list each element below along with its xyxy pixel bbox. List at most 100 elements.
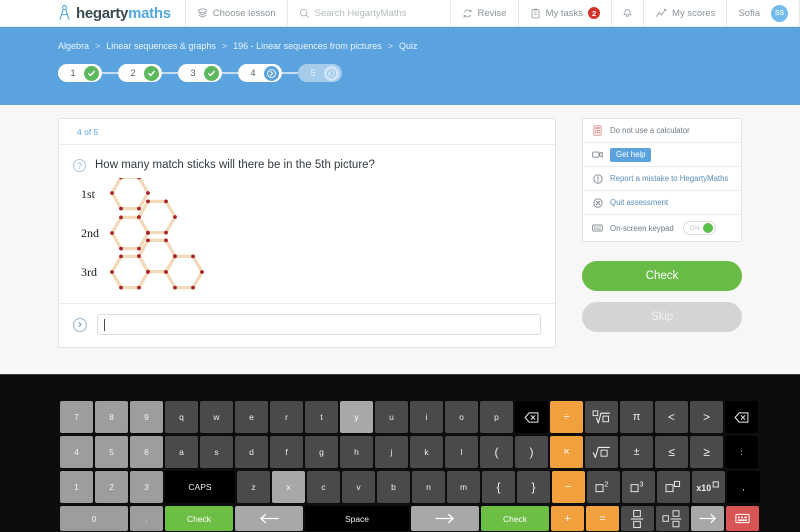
key-z[interactable]: z (237, 471, 270, 503)
key-v[interactable]: v (342, 471, 375, 503)
quit-assessment-row[interactable]: Quit assessment (583, 191, 741, 215)
key-7[interactable]: 7 (60, 401, 93, 433)
key-cubed[interactable]: 3 (622, 471, 655, 503)
step-4[interactable]: 4 (238, 64, 282, 82)
key-f[interactable]: f (270, 436, 303, 468)
key-minus[interactable]: − (552, 471, 585, 503)
keypad-toggle-row[interactable]: On-screen keypad ON (583, 215, 741, 241)
key-arrow-left[interactable] (235, 506, 303, 531)
key-divide[interactable]: ÷ (550, 401, 583, 433)
keypad-toggle[interactable]: ON (682, 221, 717, 235)
step-1[interactable]: 1 (58, 64, 102, 82)
key-q[interactable]: q (165, 401, 198, 433)
key-m[interactable]: m (447, 471, 480, 503)
key-1[interactable]: 1 (60, 471, 93, 503)
key-b[interactable]: b (377, 471, 410, 503)
key-mixed-fraction[interactable] (656, 506, 689, 531)
key-times-ten-power[interactable]: x10 (692, 471, 725, 503)
user-account-button[interactable]: Sofia SS (727, 0, 799, 27)
key-paren-close[interactable]: ) (515, 436, 548, 468)
key-3[interactable]: 3 (130, 471, 163, 503)
key-o[interactable]: o (445, 401, 478, 433)
get-help-button[interactable]: Get help (610, 147, 652, 162)
key-0[interactable]: 0 (60, 506, 128, 531)
key-w[interactable]: w (200, 401, 233, 433)
key-colon[interactable]: : (725, 436, 758, 468)
key-brace-close[interactable]: } (517, 471, 550, 503)
key-caps[interactable]: CAPS (165, 471, 235, 503)
key-2[interactable]: 2 (95, 471, 128, 503)
key-n[interactable]: n (412, 471, 445, 503)
key-brace-open[interactable]: { (482, 471, 515, 503)
key-h[interactable]: h (340, 436, 373, 468)
check-icon (204, 65, 219, 81)
key-plus-minus[interactable]: ± (620, 436, 653, 468)
key-power[interactable] (657, 471, 690, 503)
key-nth-root[interactable] (585, 401, 618, 433)
key-6[interactable]: 6 (130, 436, 163, 468)
breadcrumb-item-2[interactable]: 196 - Linear sequences from pictures (233, 41, 382, 51)
power-icon (665, 480, 681, 493)
key-space[interactable]: Space (305, 506, 409, 531)
key-square-root[interactable] (585, 436, 618, 468)
key-decimal-point[interactable]: . (130, 506, 163, 531)
key-k[interactable]: k (410, 436, 443, 468)
key-multiply[interactable]: × (550, 436, 583, 468)
key-e[interactable]: e (235, 401, 268, 433)
key-g[interactable]: g (305, 436, 338, 468)
key-paren-open[interactable]: ( (480, 436, 513, 468)
step-2[interactable]: 2 (118, 64, 162, 82)
check-button[interactable]: Check (582, 261, 742, 291)
key-fraction[interactable] (621, 506, 654, 531)
key-plus[interactable]: + (551, 506, 584, 531)
step-3[interactable]: 3 (178, 64, 222, 82)
key-y[interactable]: y (340, 401, 373, 433)
key-8[interactable]: 8 (95, 401, 128, 433)
choose-lesson-button[interactable]: Choose lesson (186, 0, 287, 27)
key-check-right[interactable]: Check (481, 506, 549, 531)
key-x[interactable]: x (272, 471, 305, 503)
key-p[interactable]: p (480, 401, 513, 433)
key-squared[interactable]: 2 (587, 471, 620, 503)
key-hide-keyboard[interactable] (726, 506, 759, 531)
key-check-left[interactable]: Check (165, 506, 233, 531)
key-backspace-left[interactable] (515, 401, 548, 433)
key-less-than[interactable]: < (655, 401, 688, 433)
key-arrow-right[interactable] (691, 506, 724, 531)
my-tasks-button[interactable]: My tasks 2 (519, 0, 611, 27)
key-comma[interactable]: , (727, 471, 760, 503)
breadcrumb-item-0[interactable]: Algebra (58, 41, 89, 51)
skip-button[interactable]: Skip (582, 302, 742, 332)
key-greater-than[interactable]: > (690, 401, 723, 433)
key-c[interactable]: c (307, 471, 340, 503)
key-t[interactable]: t (305, 401, 338, 433)
search-input[interactable]: Search HegartyMaths (288, 0, 418, 27)
key-greater-equal[interactable]: ≥ (690, 436, 723, 468)
key-j[interactable]: j (375, 436, 408, 468)
notifications-button[interactable] (612, 0, 643, 27)
key-u[interactable]: u (375, 401, 408, 433)
step-5[interactable]: 5 (298, 64, 342, 82)
key-equals[interactable]: = (586, 506, 619, 531)
breadcrumb-item-1[interactable]: Linear sequences & graphs (106, 41, 216, 51)
revise-button[interactable]: Revise (451, 0, 518, 27)
answer-input[interactable] (97, 314, 541, 336)
key-s[interactable]: s (200, 436, 233, 468)
key-r[interactable]: r (270, 401, 303, 433)
key-arrow-right-mid[interactable] (411, 506, 479, 531)
report-mistake-row[interactable]: Report a mistake to HegartyMaths (583, 167, 741, 191)
key-l[interactable]: l (445, 436, 478, 468)
key-d[interactable]: d (235, 436, 268, 468)
my-scores-button[interactable]: My scores (644, 0, 726, 27)
key-backspace-right[interactable] (725, 401, 758, 433)
key-4[interactable]: 4 (60, 436, 93, 468)
key-i[interactable]: i (410, 401, 443, 433)
key-less-equal[interactable]: ≤ (655, 436, 688, 468)
site-logo[interactable]: hegartymaths (0, 0, 185, 27)
key-a[interactable]: a (165, 436, 198, 468)
key-5[interactable]: 5 (95, 436, 128, 468)
key-pi[interactable]: π (620, 401, 653, 433)
key-9[interactable]: 9 (130, 401, 163, 433)
get-help-row[interactable]: Get help (583, 143, 741, 167)
breadcrumb-item-3[interactable]: Quiz (399, 41, 418, 51)
